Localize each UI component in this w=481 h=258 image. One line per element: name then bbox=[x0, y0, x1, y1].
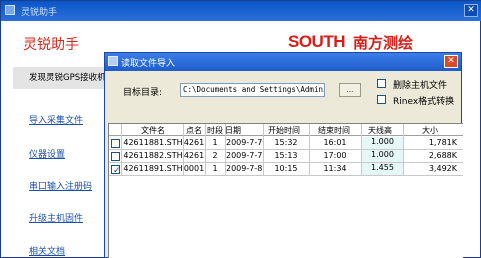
col-header-point[interactable]: 点名 bbox=[183, 125, 205, 136]
target-dir-label: 目标目录: bbox=[123, 88, 163, 98]
col-header-filename[interactable]: 文件名 bbox=[123, 125, 183, 136]
row-checkbox[interactable]: ✓ bbox=[111, 165, 121, 176]
grid-line bbox=[109, 175, 463, 176]
brand-title: 灵锐助手 bbox=[23, 37, 79, 53]
row-end: 11:34 bbox=[323, 164, 347, 173]
delete-host-file-checkbox[interactable] bbox=[377, 79, 386, 88]
row-start: 15:13 bbox=[274, 151, 298, 160]
app-icon bbox=[5, 5, 15, 15]
row-date: 2009-7-7 bbox=[226, 151, 263, 160]
col-header-end[interactable]: 结束时间 bbox=[309, 125, 359, 136]
sidebar-item-related-docs[interactable]: 相关文档 bbox=[29, 244, 65, 257]
row-antenna[interactable]: 1.455 bbox=[362, 163, 403, 175]
browse-button[interactable]: ... bbox=[339, 83, 361, 97]
row-start: 10:15 bbox=[274, 164, 298, 173]
row-size: 3,492K bbox=[428, 164, 457, 173]
main-window-title: 灵锐助手 bbox=[21, 8, 58, 18]
col-header-antenna[interactable]: 天线高 bbox=[361, 125, 399, 136]
row-point: 4261 bbox=[183, 138, 205, 147]
row-antenna[interactable]: 1.000 bbox=[362, 137, 403, 149]
row-filename[interactable]: 42611891.STH bbox=[123, 164, 183, 173]
col-header-session[interactable]: 时段 bbox=[205, 125, 225, 136]
dialog-icon bbox=[108, 56, 118, 66]
main-title-bar: 灵锐助手 ✕ bbox=[1, 1, 481, 21]
dialog-title: 读取文件导入 bbox=[121, 59, 176, 69]
row-date: 2009-7-7 bbox=[226, 138, 263, 147]
target-dir-input[interactable]: C:\Documents and Settings\Administ bbox=[180, 83, 325, 97]
row-session: 2 bbox=[212, 151, 218, 160]
dialog-close-button[interactable]: ✕ bbox=[444, 55, 458, 68]
col-header-size[interactable]: 大小 bbox=[405, 125, 455, 136]
sidebar-item-upgrade-firmware[interactable]: 升级主机固件 bbox=[29, 211, 83, 224]
checkmark-icon: ✓ bbox=[113, 166, 121, 176]
sidebar-header: 发现灵锐GPS接收机 bbox=[13, 67, 105, 89]
south-logo-cn: 南方测绘 bbox=[353, 34, 414, 52]
file-table: 文件名 点名 时段 日期 开始时间 结束时间 天线高 大小 42611881.S… bbox=[108, 123, 463, 258]
col-header-date[interactable]: 日期 bbox=[225, 125, 261, 136]
row-filename[interactable]: 42611881.STH bbox=[123, 138, 183, 147]
grid-line bbox=[109, 162, 463, 163]
grid-line bbox=[121, 124, 122, 176]
import-dialog: 读取文件导入 ✕ 目标目录: C:\Documents and Settings… bbox=[104, 52, 463, 258]
grid-line bbox=[109, 149, 463, 150]
sidebar-item-serial-register-code[interactable]: 串口输入注册码 bbox=[29, 179, 92, 192]
row-end: 17:00 bbox=[323, 151, 347, 160]
row-session: 1 bbox=[212, 164, 218, 173]
row-point: 4261 bbox=[183, 151, 205, 160]
row-size: 2,688K bbox=[428, 151, 457, 160]
rinex-convert-checkbox[interactable] bbox=[377, 95, 386, 104]
row-date: 2009-7-8 bbox=[226, 164, 263, 173]
sidebar-item-instrument-settings[interactable]: 仪器设置 bbox=[29, 147, 65, 160]
row-start: 15:32 bbox=[274, 138, 298, 147]
row-checkbox[interactable] bbox=[111, 139, 120, 148]
row-checkbox[interactable] bbox=[111, 152, 120, 161]
row-filename[interactable]: 42611882.STH bbox=[123, 151, 183, 160]
row-end: 16:01 bbox=[323, 138, 347, 147]
row-point: 0001 bbox=[183, 164, 205, 173]
grid-line bbox=[403, 124, 404, 176]
row-session: 1 bbox=[212, 138, 218, 147]
sidebar-item-import-files[interactable]: 导入采集文件 bbox=[29, 113, 83, 126]
dialog-title-bar: 读取文件导入 ✕ bbox=[105, 53, 461, 71]
rinex-convert-label: Rinex格式转换 bbox=[393, 97, 455, 107]
row-antenna[interactable]: 1.000 bbox=[362, 150, 403, 162]
row-size: 1,781K bbox=[428, 138, 457, 147]
col-header-start[interactable]: 开始时间 bbox=[263, 125, 305, 136]
main-close-button[interactable]: ✕ bbox=[464, 4, 478, 17]
delete-host-file-label: 删除主机文件 bbox=[393, 81, 448, 91]
south-logo: SOUTH bbox=[288, 32, 346, 51]
